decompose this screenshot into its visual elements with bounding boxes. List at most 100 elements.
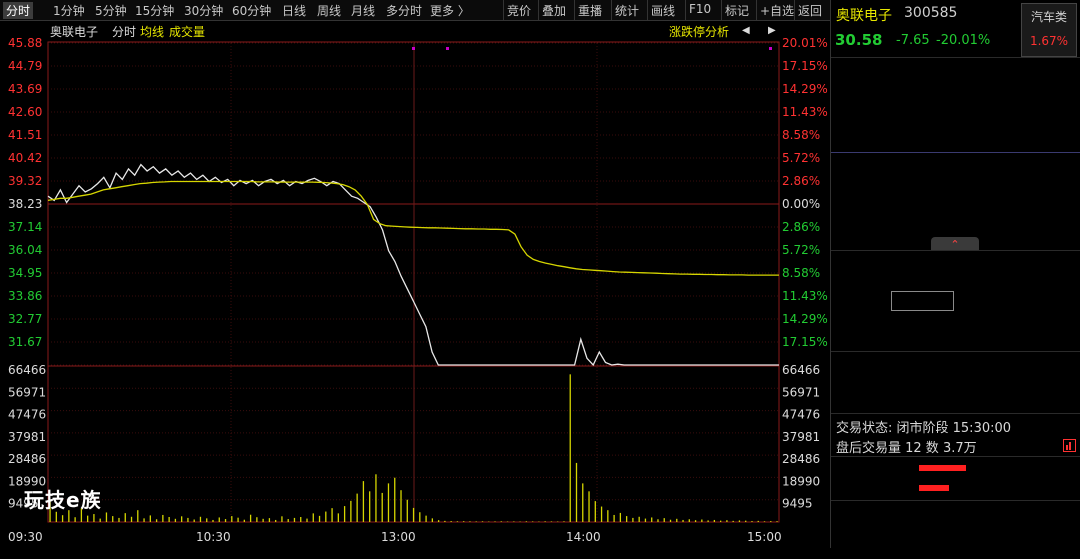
volume-bar — [582, 483, 583, 522]
divider — [831, 413, 1080, 414]
volume-bar — [438, 520, 439, 522]
volume-bar — [651, 517, 652, 522]
volume-bar — [776, 521, 777, 522]
ask-row[interactable] — [831, 115, 1080, 135]
price-axis-label: 38.23 — [8, 197, 42, 211]
volume-bar — [200, 517, 201, 522]
volume-axis-label: 28486 — [782, 452, 820, 466]
volume-bar — [262, 519, 263, 522]
price-axis-label: 42.60 — [8, 105, 42, 119]
volume-bar — [457, 521, 458, 522]
volume-bar — [181, 516, 182, 522]
volume-bar — [300, 517, 301, 522]
volume-bar — [751, 521, 752, 522]
collapse-orderbook-icon[interactable]: ⌃ — [931, 237, 979, 250]
event-marker[interactable] — [769, 47, 772, 50]
volume-bar — [281, 516, 282, 522]
volume-bar — [469, 521, 470, 522]
volume-bar — [482, 521, 483, 522]
volume-bar — [676, 519, 677, 522]
chart-icon[interactable] — [1063, 439, 1076, 452]
volume-bar — [476, 521, 477, 522]
volume-axis-label: 56971 — [8, 385, 46, 399]
pct-axis-label: 8.58% — [782, 128, 820, 142]
volume-bar — [620, 513, 621, 522]
volume-bar — [432, 518, 433, 522]
volume-bar — [168, 517, 169, 522]
volume-bar — [770, 521, 771, 522]
pct-axis-label: 17.15% — [782, 335, 828, 349]
volume-bar — [632, 518, 633, 522]
volume-axis-label: 28486 — [8, 452, 46, 466]
ask-row[interactable] — [831, 134, 1080, 154]
ask-row[interactable] — [831, 58, 1080, 78]
volume-bar — [100, 519, 101, 522]
price-axis-label: 44.79 — [8, 59, 42, 73]
volume-bar — [338, 513, 339, 522]
price-axis-label: 40.42 — [8, 151, 42, 165]
volume-bar — [714, 520, 715, 522]
volume-axis-label: 56971 — [782, 385, 820, 399]
volume-bar — [595, 501, 596, 522]
volume-bar — [250, 515, 251, 522]
bid-row[interactable] — [831, 191, 1080, 211]
after-hours-volume: 盘后交易量 12 数 3.7万 — [836, 437, 977, 456]
volume-bar — [513, 521, 514, 522]
volume-bar — [626, 516, 627, 522]
stock-name: 奥联电子 — [836, 5, 892, 25]
time-axis-label: 10:30 — [196, 530, 231, 544]
pct-axis-label: 2.86% — [782, 174, 820, 188]
ask-row[interactable] — [831, 77, 1080, 97]
volume-bar — [758, 521, 759, 522]
quote-row — [831, 271, 1080, 291]
event-marker[interactable] — [412, 47, 415, 50]
price-axis-label: 32.77 — [8, 312, 42, 326]
volume-bar — [369, 491, 370, 522]
volume-bar — [288, 519, 289, 522]
flow-bar — [919, 485, 949, 491]
intraday-chart[interactable]: 45.8820.01%44.7917.15%43.6914.29%42.6011… — [0, 0, 830, 548]
quote-row — [831, 392, 1080, 412]
price-axis-label: 36.04 — [8, 243, 42, 257]
volume-bar — [657, 519, 658, 522]
volume-bar — [388, 483, 389, 522]
bid-row[interactable] — [831, 210, 1080, 230]
time-axis-label: 15:00 — [747, 530, 782, 544]
tick-row — [831, 501, 1080, 521]
volume-bar — [156, 519, 157, 522]
volume-bar — [206, 518, 207, 522]
pct-axis-label: 0.00% — [782, 197, 820, 211]
volume-bar — [745, 521, 746, 522]
pct-axis-label: 14.29% — [782, 312, 828, 326]
volume-bar — [394, 478, 395, 522]
volume-bar — [607, 510, 608, 522]
sector-change: 1.67% — [1022, 34, 1076, 48]
volume-bar — [601, 507, 602, 522]
price-axis-label: 31.67 — [8, 335, 42, 349]
tick-row — [831, 539, 1080, 559]
volume-bar — [187, 518, 188, 522]
price-axis-label: 45.88 — [8, 36, 42, 50]
pct-axis-label: 14.29% — [782, 82, 828, 96]
volume-bar — [494, 521, 495, 522]
volume-bar — [269, 518, 270, 522]
volume-bar — [613, 515, 614, 522]
volume-axis-label: 18990 — [782, 474, 820, 488]
quote-row — [831, 331, 1080, 351]
volume-bar — [664, 518, 665, 522]
volume-bar — [375, 474, 376, 522]
volume-bar — [645, 519, 646, 522]
bid-row[interactable] — [831, 172, 1080, 192]
volume-bar — [444, 521, 445, 522]
bid-row[interactable] — [831, 153, 1080, 173]
ask-row[interactable] — [831, 96, 1080, 116]
time-axis-label: 09:30 — [8, 530, 43, 544]
event-marker[interactable] — [446, 47, 449, 50]
volume-bar — [689, 519, 690, 522]
pct-axis-label: 20.01% — [782, 36, 828, 50]
divider — [831, 456, 1080, 457]
sector-badge[interactable]: 汽车类 1.67% — [1021, 3, 1077, 57]
time-axis-label: 14:00 — [566, 530, 601, 544]
volume-bar — [275, 520, 276, 522]
price-change: -7.65 — [896, 33, 930, 48]
